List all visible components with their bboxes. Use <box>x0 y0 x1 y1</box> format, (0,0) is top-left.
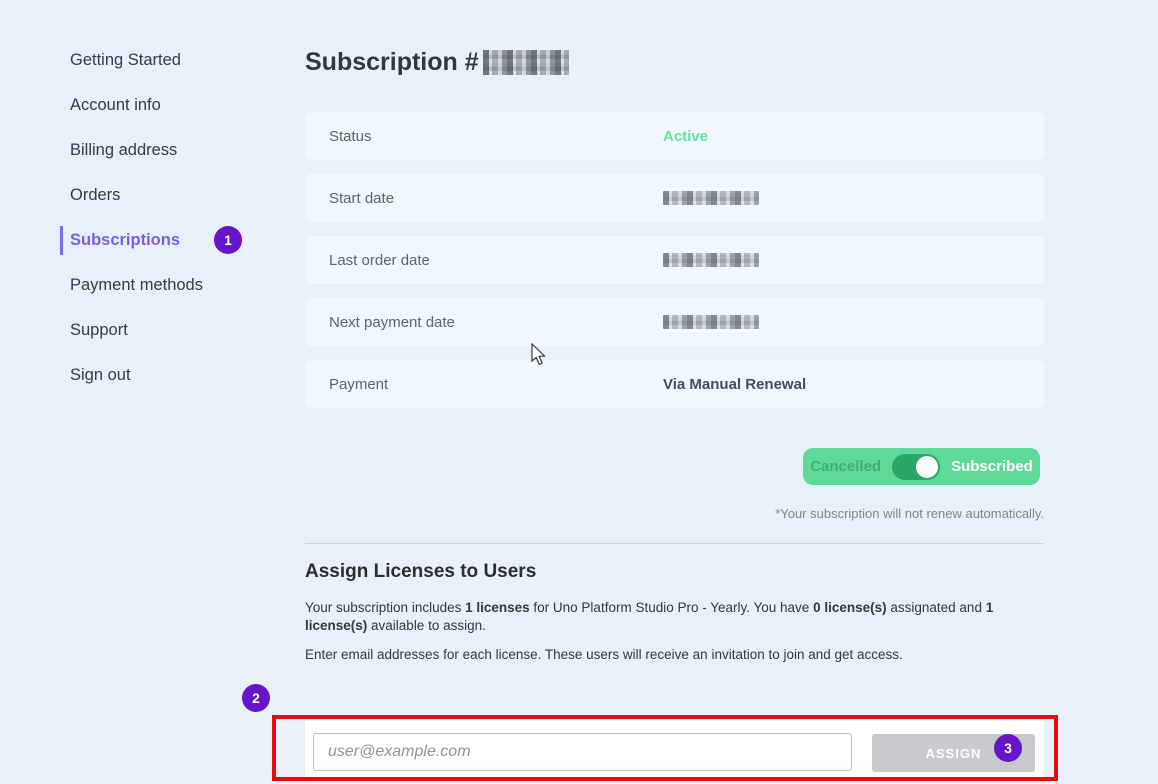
page-title: Subscription # <box>305 48 569 77</box>
detail-row-label: Next payment date <box>329 314 455 331</box>
detail-row: Last order date <box>305 236 1044 284</box>
sidebar-item-getting-started[interactable]: Getting Started <box>70 38 270 83</box>
annotation-badge-3: 3 <box>994 734 1022 762</box>
detail-row: Next payment date <box>305 298 1044 346</box>
description-text: Your subscription includes <box>305 600 465 615</box>
assign-description: Your subscription includes 1 licenses fo… <box>305 599 1047 635</box>
status-value: Active <box>663 128 708 145</box>
description-text: assignated and <box>887 600 986 615</box>
redacted-subscription-number <box>483 50 569 75</box>
renewal-note: *Your subscription will not renew automa… <box>775 506 1044 521</box>
sidebar-item-orders[interactable]: Orders <box>70 173 270 218</box>
assign-licenses-heading: Assign Licenses to Users <box>305 561 536 583</box>
description-text: for Uno Platform Studio Pro - Yearly. Yo… <box>530 600 813 615</box>
detail-row-value: Via Manual Renewal <box>663 376 806 393</box>
toggle-switch-icon[interactable] <box>892 454 940 480</box>
detail-row: Status Active <box>305 112 1044 160</box>
annotation-badge-1: 1 <box>214 226 242 254</box>
sidebar-item-account-info[interactable]: Account info <box>70 83 270 128</box>
redacted-value <box>663 191 759 205</box>
sidebar-item-sign-out[interactable]: Sign out <box>70 353 270 398</box>
detail-rows: Status Active Start date Last order date Nex… <box>305 112 1044 422</box>
license-count: 0 license(s) <box>813 600 887 615</box>
subscription-status-toggle[interactable]: Cancelled Subscribed <box>803 448 1040 485</box>
toggle-subscribed-label: Subscribed <box>951 458 1033 475</box>
detail-row-label: Payment <box>329 376 388 393</box>
sidebar-item-support[interactable]: Support <box>70 308 270 353</box>
redacted-value <box>663 253 759 267</box>
detail-row-label: Last order date <box>329 252 430 269</box>
sidebar-nav: Getting StartedAccount infoBilling addre… <box>70 38 270 398</box>
detail-row: Start date <box>305 174 1044 222</box>
assign-instructions: Enter email addresses for each license. … <box>305 646 1047 664</box>
detail-row: Payment Via Manual Renewal <box>305 360 1044 408</box>
detail-row-label: Start date <box>329 190 394 207</box>
redacted-value <box>663 315 759 329</box>
license-email-input[interactable] <box>313 733 852 771</box>
toggle-knob <box>916 456 938 478</box>
sidebar-item-billing-address[interactable]: Billing address <box>70 128 270 173</box>
sidebar-item-payment-methods[interactable]: Payment methods <box>70 263 270 308</box>
toggle-cancelled-label: Cancelled <box>810 458 881 475</box>
subscription-page: Getting StartedAccount infoBilling addre… <box>0 0 1158 784</box>
detail-row-label: Status <box>329 128 372 145</box>
annotation-badge-2: 2 <box>242 684 270 712</box>
license-count: 1 licenses <box>465 600 530 615</box>
description-text: available to assign. <box>367 618 486 633</box>
page-title-text: Subscription # <box>305 48 479 77</box>
section-divider <box>305 543 1044 544</box>
